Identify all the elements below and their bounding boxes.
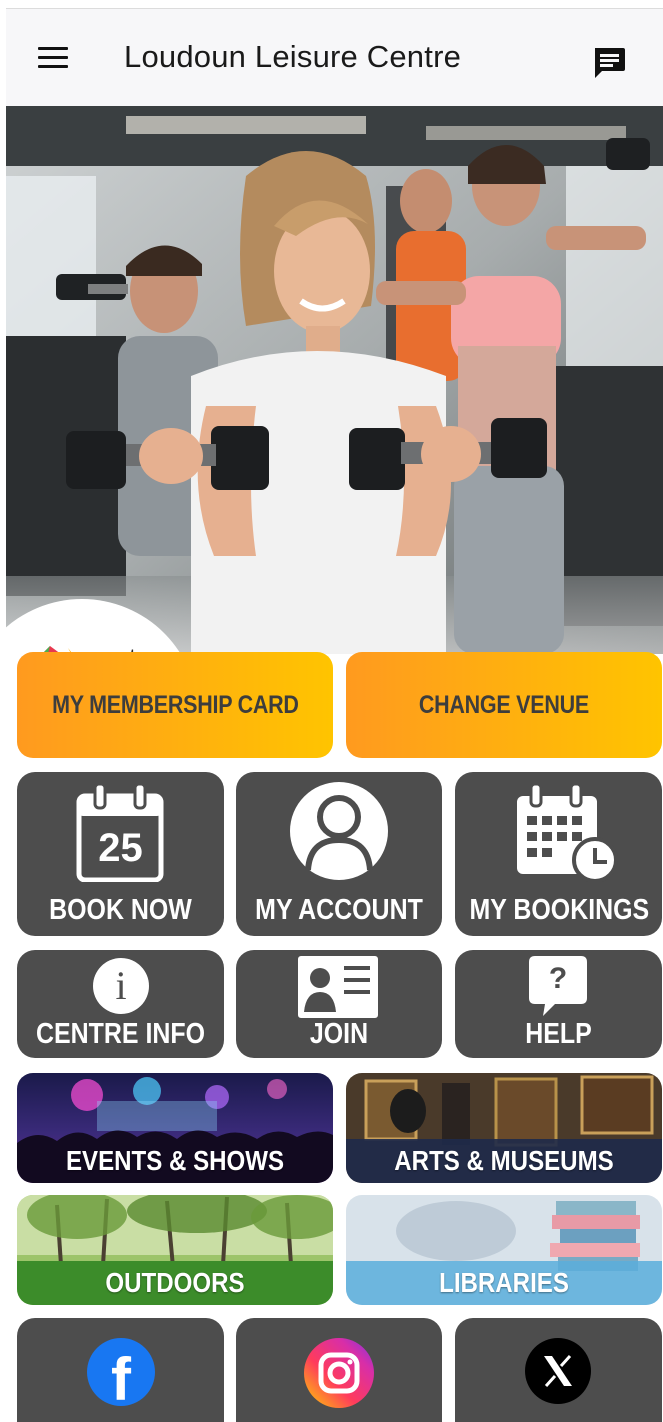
libraries-label: LIBRARIES bbox=[439, 1267, 569, 1298]
change-venue-label: CHANGE VENUE bbox=[418, 690, 590, 719]
arts-and-museums-label: ARTS & MUSEUMS bbox=[394, 1145, 614, 1176]
join-tile[interactable]: JOIN bbox=[236, 950, 442, 1058]
instagram-icon bbox=[304, 1338, 374, 1408]
my-bookings-tile[interactable]: MY BOOKINGS bbox=[455, 772, 662, 936]
events-and-shows-tile[interactable]: EVENTS & SHOWS bbox=[17, 1073, 333, 1183]
facebook-glyph: f bbox=[111, 1346, 131, 1413]
my-membership-card-button[interactable]: MY MEMBERSHIP CARD bbox=[17, 652, 333, 758]
book-now-label: BOOK NOW bbox=[49, 894, 192, 926]
app-bar: Loudoun Leisure Centre bbox=[6, 8, 663, 106]
book-now-tile[interactable]: 25 BOOK NOW bbox=[17, 772, 224, 936]
join-label: JOIN bbox=[309, 1018, 369, 1050]
id-card-icon bbox=[298, 956, 378, 1018]
hero-gym-image: east ayrshire leisure bbox=[6, 106, 663, 654]
my-membership-card-label: MY MEMBERSHIP CARD bbox=[51, 690, 299, 719]
change-venue-button[interactable]: CHANGE VENUE bbox=[346, 652, 662, 758]
help-tile[interactable]: ? HELP bbox=[455, 950, 662, 1058]
libraries-tile[interactable]: LIBRARIES bbox=[346, 1195, 662, 1305]
help-label: HELP bbox=[525, 1018, 592, 1050]
facebook-tile[interactable]: f bbox=[17, 1318, 224, 1422]
centre-info-tile[interactable]: i CENTRE INFO bbox=[17, 950, 224, 1058]
facebook-icon: f bbox=[87, 1338, 155, 1413]
my-account-label: MY ACCOUNT bbox=[255, 894, 423, 926]
x-tile[interactable] bbox=[455, 1318, 662, 1422]
user-account-icon bbox=[290, 782, 388, 880]
events-and-shows-label: EVENTS & SHOWS bbox=[65, 1145, 285, 1176]
outdoors-label: OUTDOORS bbox=[105, 1267, 245, 1298]
app-screen: Loudoun Leisure Centre MY MEMBERSHIP CAR… bbox=[0, 0, 663, 1422]
x-twitter-icon bbox=[525, 1338, 591, 1404]
my-account-tile[interactable]: MY ACCOUNT bbox=[236, 772, 442, 936]
outdoors-tile[interactable]: OUTDOORS bbox=[17, 1195, 333, 1305]
info-icon: i bbox=[93, 958, 149, 1014]
calendar-clock-icon bbox=[517, 782, 618, 882]
help-question-glyph: ? bbox=[548, 962, 568, 995]
page-title: Loudoun Leisure Centre bbox=[124, 39, 462, 74]
instagram-tile[interactable] bbox=[236, 1318, 442, 1422]
calendar-day-number: 25 bbox=[98, 826, 143, 870]
my-bookings-label: MY BOOKINGS bbox=[469, 894, 650, 926]
centre-info-label: CENTRE INFO bbox=[35, 1018, 206, 1050]
arts-and-museums-tile[interactable]: ARTS & MUSEUMS bbox=[346, 1073, 662, 1183]
hamburger-menu-icon[interactable] bbox=[38, 47, 68, 71]
chat-message-icon[interactable] bbox=[589, 43, 629, 83]
